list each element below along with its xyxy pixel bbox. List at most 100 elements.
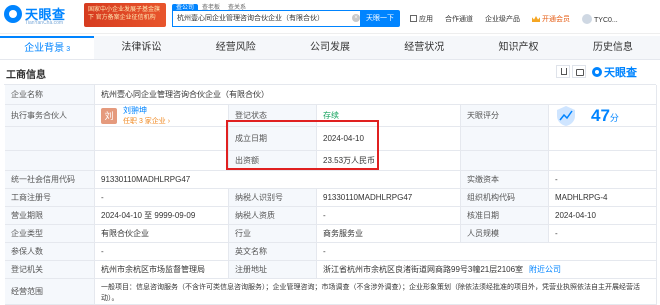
- label-english-name: 英文名称: [229, 243, 317, 260]
- label-score: 天眼评分: [461, 105, 549, 126]
- label-scope: 经营范围: [5, 279, 95, 304]
- score-shield-icon: [557, 105, 575, 126]
- tianyancha-logo[interactable]: 天眼查 TianYanCha.com: [4, 3, 82, 27]
- score-unit: 分: [609, 112, 619, 123]
- tab-label: 经营状况: [404, 42, 445, 53]
- tab-label: 公司发展: [309, 42, 350, 53]
- table-row: 企业名称 杭州壹心同企业管理咨询合伙企业（有限合伙）: [5, 85, 657, 105]
- value-address: 浙江省杭州市余杭区良渚街道网商路99号3幢21层2106室 附近公司: [317, 261, 657, 278]
- label-taxpayer-qualification: 纳税人资质: [229, 207, 317, 224]
- label-reg-no: 工商注册号: [5, 189, 95, 206]
- tab-label: 历史信息: [592, 42, 633, 53]
- value-partner: 刘 刘翀坤 任职 3 家企业 ›: [95, 105, 229, 126]
- value-staff: -: [549, 225, 657, 242]
- table-row: 工商注册号 - 纳税人识别号 91330110MADHLRPG47 组织机构代码…: [5, 189, 657, 207]
- partner-avatar[interactable]: 刘: [101, 107, 117, 124]
- crown-icon: [532, 16, 540, 22]
- value-company-name: 杭州壹心同企业管理咨询合伙企业（有限合伙）: [95, 85, 657, 104]
- user-avatar-icon: [582, 14, 592, 24]
- tab-count: 3: [66, 46, 71, 53]
- value-reg-no: -: [95, 189, 229, 206]
- label-term: 营业期限: [5, 207, 95, 224]
- nav-partner[interactable]: 合作通道: [445, 14, 473, 24]
- label-empty: [5, 127, 95, 150]
- table-row: 企业类型 有限合伙企业 行业 商务服务业 人员规模 -: [5, 225, 657, 243]
- value-authority: 杭州市余杭区市场监督管理局: [95, 261, 229, 278]
- tab-label: 法律诉讼: [121, 42, 162, 53]
- label-paid-capital: 实缴资本: [461, 171, 549, 188]
- label-industry: 行业: [229, 225, 317, 242]
- value-scope: 一般项目：信息咨询服务（不含许可类信息咨询服务）；企业管理咨询；市场调查（不含涉…: [95, 279, 657, 304]
- label-credit-code: 统一社会信用代码: [5, 171, 95, 188]
- value-empty: [95, 127, 229, 150]
- label-empty: [461, 151, 549, 170]
- score-number: 47分: [591, 106, 619, 126]
- top-nav: 应用 合作通道 企业级产品 开通会员 TYC0...: [410, 12, 630, 26]
- nav-vip-label: 开通会员: [542, 16, 570, 23]
- value-approved: 2024-04-10: [549, 207, 657, 224]
- nav-user[interactable]: TYC0...: [582, 14, 618, 24]
- label-authority: 登记机关: [5, 261, 95, 278]
- partner-positions-link[interactable]: 任职 3 家企业 ›: [123, 116, 170, 127]
- section-tabs: 企业背景 3 法律诉讼 经营风险 公司发展 经营状况 知识产权 历史信息: [0, 36, 660, 60]
- value-empty: [549, 151, 657, 170]
- value-taxpayer-qualification: -: [317, 207, 461, 224]
- label-company-name: 企业名称: [5, 85, 95, 104]
- value-insured: -: [95, 243, 229, 260]
- apps-grid-icon: [410, 15, 417, 22]
- table-row: 参保人数 - 英文名称 -: [5, 243, 657, 261]
- table-row: 经营范围 一般项目：信息咨询服务（不含许可类信息咨询服务）；企业管理咨询；市场调…: [5, 279, 657, 305]
- value-industry: 商务服务业: [317, 225, 461, 242]
- tab-risk[interactable]: 经营风险: [189, 36, 283, 59]
- nav-apps[interactable]: 应用: [410, 14, 433, 24]
- top-header: 天眼查 TianYanCha.com 国家中小企业发展子基金旗下 官方备案企业征…: [0, 0, 660, 34]
- nav-enterprise[interactable]: 企业级产品: [485, 14, 520, 24]
- address-text: 浙江省杭州市余杭区良渚街道网商路99号3幢21层2106室: [323, 265, 524, 274]
- watermark-logo: 天眼查: [592, 64, 637, 80]
- label-org-code: 组织机构代码: [461, 189, 549, 206]
- label-partner: 执行事务合伙人: [5, 105, 95, 126]
- section-title: 工商信息: [6, 70, 46, 81]
- nav-vip[interactable]: 开通会员: [532, 14, 570, 24]
- logo-eye-icon: [4, 5, 22, 23]
- tab-operations[interactable]: 经营状况: [377, 36, 471, 59]
- value-paid-capital: -: [549, 171, 657, 188]
- tab-label: 知识产权: [498, 42, 539, 53]
- search-type-tabs: 查公司 查老板 查关系: [172, 1, 250, 13]
- tab-history[interactable]: 历史信息: [566, 36, 660, 59]
- label-taxpayer-id: 纳税人识别号: [229, 189, 317, 206]
- highlight-box: [226, 120, 379, 170]
- tab-label: 企业背景: [24, 43, 65, 54]
- promo-banner[interactable]: 国家中小企业发展子基金旗下 官方备案企业征信机构: [84, 3, 166, 27]
- partner-name-link[interactable]: 刘翀坤: [123, 105, 170, 116]
- nav-apps-label: 应用: [419, 16, 433, 23]
- nav-user-label: TYC0...: [594, 17, 618, 24]
- download-icon[interactable]: [556, 65, 570, 78]
- share-icon[interactable]: [572, 65, 586, 78]
- label-type: 企业类型: [5, 225, 95, 242]
- nearby-companies-link[interactable]: 附近公司: [529, 264, 561, 275]
- tab-development[interactable]: 公司发展: [283, 36, 377, 59]
- search-input[interactable]: 杭州壹心同企业管理咨询合伙企业（有限合伙）: [172, 10, 360, 27]
- table-row: 统一社会信用代码 91330110MADHLRPG47 实缴资本 -: [5, 171, 657, 189]
- watermark-text: 天眼查: [604, 67, 637, 79]
- value-org-code: MADHLRPG-4: [549, 189, 657, 206]
- value-score[interactable]: 47分: [549, 105, 657, 126]
- value-english-name: -: [317, 243, 657, 260]
- label-insured: 参保人数: [5, 243, 95, 260]
- table-row: 营业期限 2024-04-10 至 9999-09-09 纳税人资质 - 核准日…: [5, 207, 657, 225]
- label-empty: [461, 127, 549, 150]
- tab-legal[interactable]: 法律诉讼: [94, 36, 188, 59]
- value-taxpayer-id: 91330110MADHLRPG47: [317, 189, 461, 206]
- search-button[interactable]: 天眼一下: [360, 10, 400, 27]
- partner-info: 刘翀坤 任职 3 家企业 ›: [123, 105, 170, 126]
- label-approved: 核准日期: [461, 207, 549, 224]
- value-term: 2024-04-10 至 9999-09-09: [95, 207, 229, 224]
- tab-ip[interactable]: 知识产权: [471, 36, 565, 59]
- value-credit-code: 91330110MADHLRPG47: [95, 171, 461, 188]
- table-row: 登记机关 杭州市余杭区市场监督管理局 注册地址 浙江省杭州市余杭区良渚街道网商路…: [5, 261, 657, 279]
- tab-enterprise-background[interactable]: 企业背景 3: [0, 36, 95, 59]
- clear-search-icon[interactable]: ×: [352, 14, 360, 22]
- brand-domain: TianYanCha.com: [25, 20, 64, 26]
- label-empty: [5, 151, 95, 170]
